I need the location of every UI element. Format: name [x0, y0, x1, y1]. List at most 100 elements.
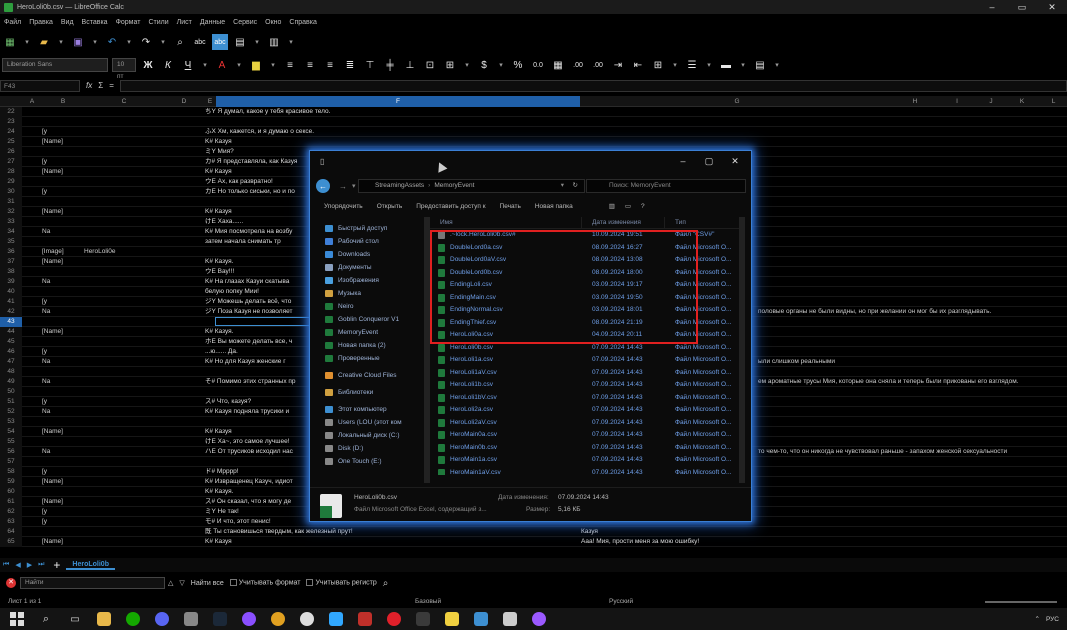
row-number[interactable]: 47: [0, 357, 22, 367]
next-sheet-icon[interactable]: ▶: [24, 561, 35, 569]
explorer-command[interactable]: Предоставить доступ к: [416, 203, 485, 210]
spellcheck-icon[interactable]: abc: [192, 34, 208, 50]
file-scrollbar[interactable]: [739, 217, 745, 483]
row-number[interactable]: 46: [0, 347, 22, 357]
name-box[interactable]: F43: [0, 79, 80, 92]
column-header[interactable]: D: [164, 96, 204, 107]
row-number[interactable]: 26: [0, 147, 22, 157]
align-left-icon[interactable]: ≡: [282, 57, 298, 73]
undo-icon[interactable]: ↶: [104, 34, 120, 50]
save-dropdown-icon[interactable]: ▾: [90, 34, 100, 50]
row-number[interactable]: 61: [0, 497, 22, 507]
row-number[interactable]: 29: [0, 177, 22, 187]
nav-item[interactable]: MemoryEvent: [314, 326, 426, 339]
column-header[interactable]: A: [22, 96, 42, 107]
column-header[interactable]: J: [978, 96, 1004, 107]
file-row[interactable]: HeroLoli2aV.csv 07.09.2024 14:43 Файл Micr…: [430, 417, 745, 430]
first-sheet-icon[interactable]: ⏮: [0, 561, 12, 569]
font-name-select[interactable]: Liberation Sans: [2, 58, 108, 72]
conditional-format-icon[interactable]: ▤: [752, 57, 768, 73]
underline-dropdown-icon[interactable]: ▾: [200, 57, 210, 73]
percent-button[interactable]: %: [510, 57, 526, 73]
row-number[interactable]: 39: [0, 277, 22, 287]
explorer-close-button[interactable]: ✕: [722, 151, 748, 171]
file-row[interactable]: DoubleLord0b.csv 08.09.2024 18:00 Файл Mic…: [430, 267, 745, 280]
find-previous-icon[interactable]: △: [168, 579, 173, 587]
explorer-command[interactable]: Упорядочить: [324, 203, 363, 210]
row-number[interactable]: 24: [0, 127, 22, 137]
formula-icon[interactable]: =: [109, 81, 114, 90]
file-row[interactable]: EndingNormal.csv 03.09.2024 18:01 Файл Mic…: [430, 304, 745, 317]
address-bar[interactable]: StreamingAssets › MemoryEvent ▾ ↻: [358, 179, 585, 193]
menu-item[interactable]: Правка: [25, 16, 57, 29]
menu-item[interactable]: Справка: [285, 16, 320, 29]
borders-dropdown-icon[interactable]: ▾: [670, 57, 680, 73]
row-number[interactable]: 50: [0, 387, 22, 397]
menu-item[interactable]: Файл: [0, 16, 25, 29]
file-row[interactable]: HeroLoli1a.csv 07.09.2024 14:43 Файл Micro…: [430, 354, 745, 367]
sheet-row[interactable]: 23: [0, 117, 1067, 127]
help-icon[interactable]: ?: [641, 203, 645, 210]
formula-input[interactable]: [119, 79, 1067, 92]
font-color-icon[interactable]: A: [214, 57, 230, 73]
file-row[interactable]: .~lock.HeroLoli0b.csv# 10.09.2024 19:51 Фа…: [430, 229, 745, 242]
row-number[interactable]: 56: [0, 447, 22, 457]
zoom-slider[interactable]: [985, 601, 1057, 603]
row-number[interactable]: 22: [0, 107, 22, 117]
find-replace-dialog-icon[interactable]: ⌕: [383, 578, 389, 589]
nav-item[interactable]: Музыка: [314, 287, 426, 300]
close-find-icon[interactable]: ✕: [6, 578, 16, 588]
row-number[interactable]: 49: [0, 377, 22, 387]
forward-icon[interactable]: →: [336, 179, 350, 193]
row-number[interactable]: 23: [0, 117, 22, 127]
column-header[interactable]: K: [1004, 96, 1040, 107]
menu-item[interactable]: Вставка: [78, 16, 112, 29]
unity-icon[interactable]: [499, 608, 521, 630]
remove-decimal-button[interactable]: .00: [590, 57, 606, 73]
border-color-icon[interactable]: ▬: [718, 57, 734, 73]
decrease-indent-icon[interactable]: ⇤: [630, 57, 646, 73]
column-icon[interactable]: ▥: [266, 34, 282, 50]
sheet-tab-active[interactable]: HeroLoli0b: [66, 561, 115, 570]
file-row[interactable]: DoubleLord0a.csv 08.09.2024 16:27 Файл Mic…: [430, 242, 745, 255]
nav-item[interactable]: Документы: [314, 261, 426, 274]
row-number[interactable]: 30: [0, 187, 22, 197]
task-view-icon[interactable]: ▭: [64, 608, 86, 630]
nav-item[interactable]: Disk (D:): [314, 442, 426, 455]
discord-icon[interactable]: [151, 608, 173, 630]
menu-item[interactable]: Окно: [261, 16, 285, 29]
column-header[interactable]: F: [216, 96, 580, 107]
file-row[interactable]: HeroLoli0a.csv 04.09.2024 20:11 Файл Micro…: [430, 329, 745, 342]
row-number[interactable]: 40: [0, 287, 22, 297]
bold-button[interactable]: Ж: [140, 57, 156, 73]
purple-app-icon[interactable]: [238, 608, 260, 630]
highlight-dropdown-icon[interactable]: ▾: [268, 57, 278, 73]
nav-item[interactable]: Рабочий стол: [314, 235, 426, 248]
file-row[interactable]: HeroLoli0b.csv 07.09.2024 14:43 Файл Micro…: [430, 342, 745, 355]
column-header[interactable]: H: [894, 96, 936, 107]
menu-item[interactable]: Формат: [112, 16, 145, 29]
column-header[interactable]: B: [42, 96, 84, 107]
start-button[interactable]: [6, 608, 28, 630]
conditional-dropdown-icon[interactable]: ▾: [772, 57, 782, 73]
row-number[interactable]: 65: [0, 537, 22, 547]
new-document-icon[interactable]: ▦: [2, 34, 18, 50]
row-number[interactable]: 32: [0, 207, 22, 217]
row-number[interactable]: 33: [0, 217, 22, 227]
back-icon[interactable]: ←: [316, 179, 330, 193]
font-size-select[interactable]: 10 пт: [112, 58, 136, 80]
maximize-button[interactable]: ▭: [1007, 0, 1037, 14]
nav-item[interactable]: Быстрый доступ: [314, 222, 426, 235]
menu-item[interactable]: Данные: [196, 16, 229, 29]
add-decimal-button[interactable]: .00: [570, 57, 586, 73]
file-row[interactable]: HeroMain1a.csv 07.09.2024 14:43 Файл Micro…: [430, 454, 745, 467]
nav-item[interactable]: Neiro: [314, 300, 426, 313]
search-taskbar-icon[interactable]: ⌕: [35, 608, 57, 630]
date-format-icon[interactable]: ▦: [550, 57, 566, 73]
explorer-search-input[interactable]: Поиск: MemoryEvent: [586, 179, 746, 193]
row-number[interactable]: 25: [0, 137, 22, 147]
breadcrumb-streamingassets[interactable]: StreamingAssets: [375, 182, 424, 189]
column-header[interactable]: E: [204, 96, 216, 107]
row-number[interactable]: 31: [0, 197, 22, 207]
recent-dropdown-icon[interactable]: ▾: [352, 182, 356, 190]
